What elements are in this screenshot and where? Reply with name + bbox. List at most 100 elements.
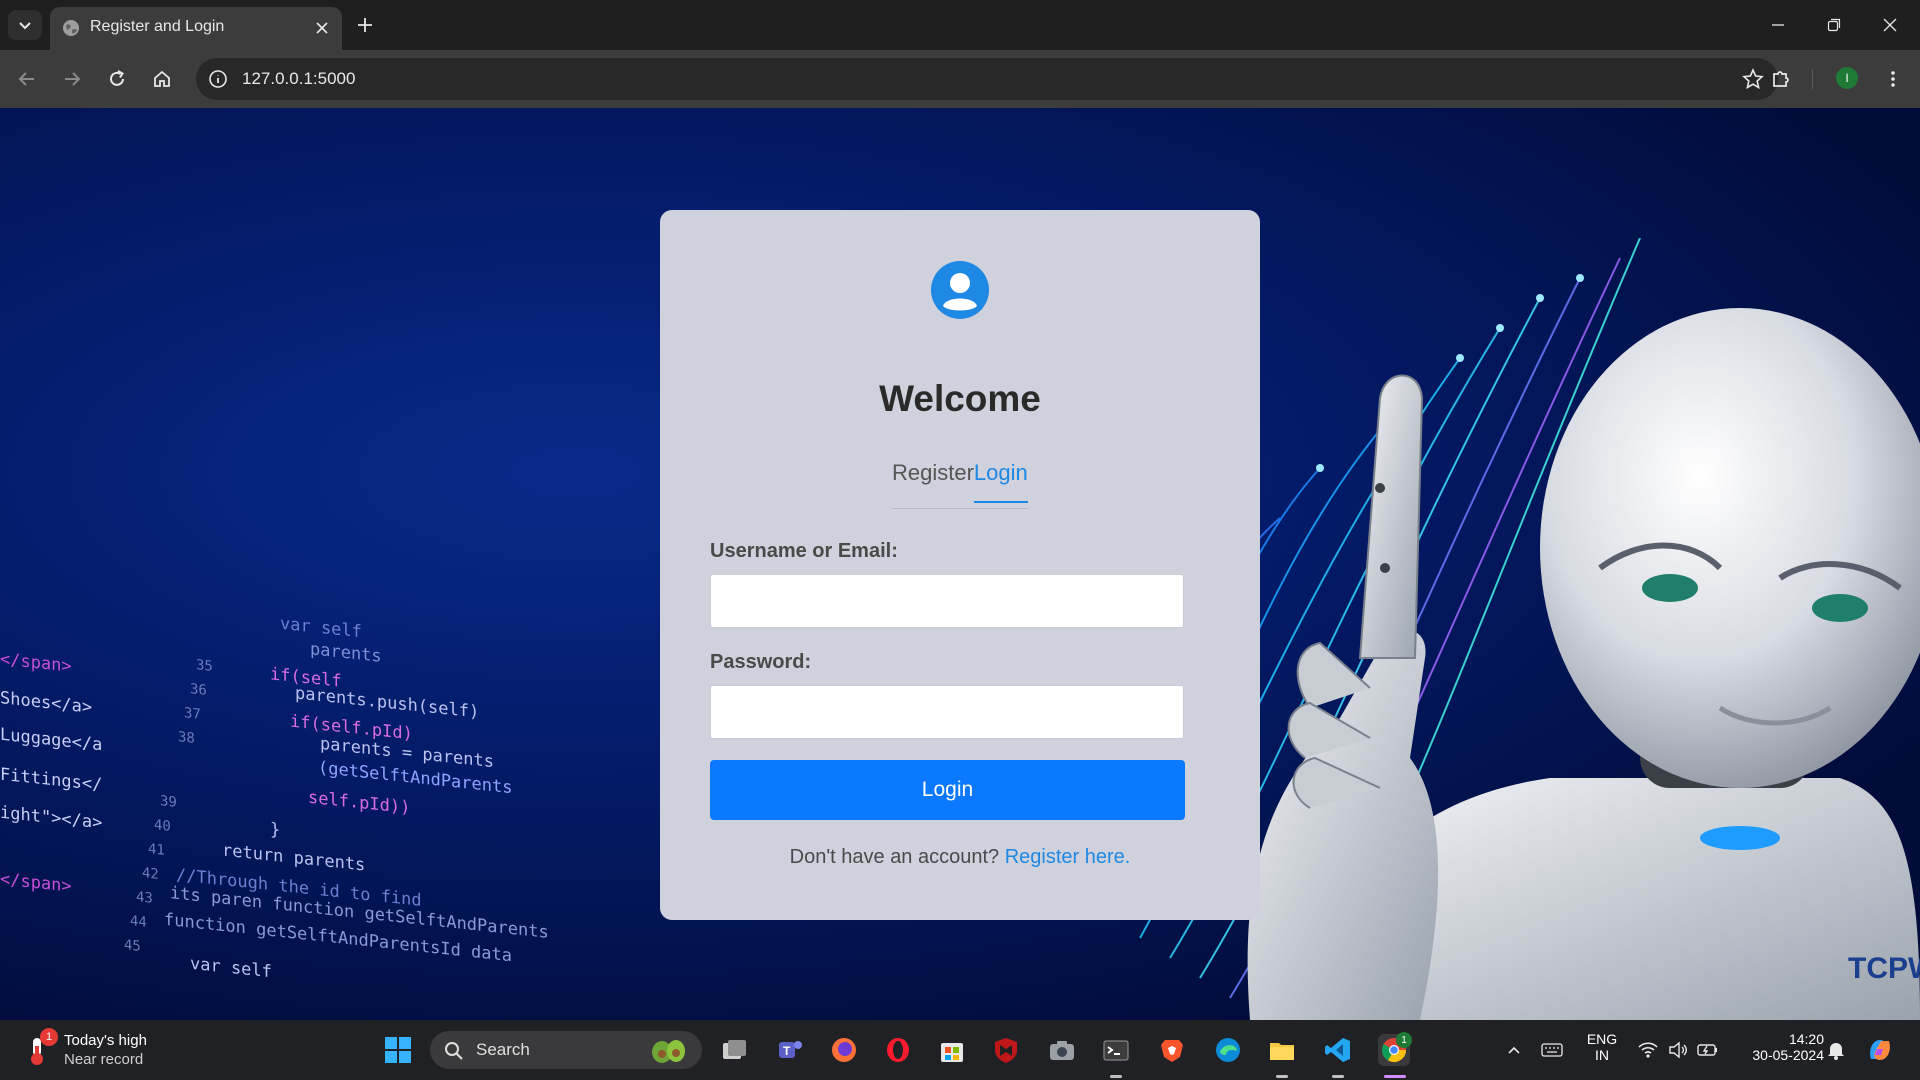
switch-prompt: Don't have an account? Register here. [660, 846, 1260, 869]
running-indicator [1332, 1075, 1344, 1078]
browser-tab-active[interactable]: Register and Login [50, 7, 342, 50]
edge-app[interactable] [1212, 1034, 1244, 1066]
notifications-button[interactable] [1820, 1034, 1852, 1066]
start-button[interactable] [382, 1034, 414, 1066]
home-button[interactable] [147, 64, 177, 94]
network-button[interactable] [1632, 1034, 1664, 1066]
username-input[interactable] [710, 574, 1184, 628]
new-tab-button[interactable] [352, 12, 378, 38]
code-line: ight"></a> [0, 802, 103, 834]
teams-icon: T [779, 1041, 802, 1058]
search-icon [445, 1042, 463, 1060]
chevron-down-icon [19, 22, 31, 30]
line-number: 43 [136, 889, 153, 907]
vscode-icon [1325, 1038, 1350, 1062]
terminal-app[interactable] [1100, 1034, 1132, 1066]
search-label: Search [476, 1040, 530, 1059]
reload-icon [110, 70, 124, 86]
minimize-button[interactable] [1750, 0, 1806, 50]
brave-app[interactable] [1156, 1034, 1188, 1066]
speaker-icon [1669, 1041, 1687, 1059]
info-icon[interactable] [208, 69, 228, 89]
tab-title: Register and Login [90, 18, 225, 35]
bell-icon [1828, 1043, 1844, 1060]
line-number: 37 [184, 705, 201, 723]
page-viewport: var self parents if(self parents.push(se… [0, 108, 1920, 1020]
forward-button[interactable] [57, 64, 87, 94]
address-bar[interactable]: 127.0.0.1:5000 [196, 58, 1778, 100]
wifi-icon [1638, 1042, 1658, 1058]
volume-button[interactable] [1662, 1034, 1694, 1066]
line-number: 45 [124, 937, 141, 955]
close-icon [1883, 18, 1897, 32]
store-app[interactable] [936, 1034, 968, 1066]
browser-menu-button[interactable] [1878, 64, 1908, 94]
line-number: 42 [142, 865, 159, 883]
clock-time: 14:20 [1788, 1031, 1824, 1047]
battery-button[interactable] [1692, 1034, 1724, 1066]
task-view-button[interactable] [718, 1034, 750, 1066]
terminal-icon [1103, 1040, 1129, 1061]
reload-button[interactable] [102, 64, 132, 94]
language-indicator[interactable]: ENG IN [1580, 1031, 1624, 1063]
url-text[interactable]: 127.0.0.1:5000 [242, 69, 355, 89]
mcafee-app[interactable] [990, 1034, 1022, 1066]
weather-title[interactable]: Today's high [64, 1032, 147, 1049]
folder-icon [1270, 1043, 1294, 1060]
firefox-icon [832, 1038, 856, 1062]
keyboard-button[interactable] [1536, 1034, 1568, 1066]
login-button[interactable]: Login [710, 760, 1185, 820]
teams-app[interactable]: T [774, 1034, 806, 1066]
clock[interactable]: 14:20 30-05-2024 [1734, 1031, 1824, 1063]
register-link[interactable]: Register here. [1005, 846, 1131, 868]
vscode-app[interactable] [1322, 1034, 1354, 1066]
tab-search-button[interactable] [8, 10, 42, 40]
extensions-button[interactable] [1766, 64, 1796, 94]
plus-icon [358, 18, 372, 32]
tab-close-button[interactable] [312, 18, 332, 38]
battery-charging-icon [1697, 1044, 1717, 1056]
code-line: return parents [222, 840, 366, 876]
restore-button[interactable] [1806, 0, 1862, 50]
edge-icon [1216, 1038, 1240, 1062]
close-window-button[interactable] [1862, 0, 1918, 50]
browser-toolbar: 127.0.0.1:5000 I [0, 50, 1920, 108]
code-line: var self [190, 953, 272, 983]
code-line: Shoes</a> [0, 688, 93, 718]
code-line: Fittings</ [0, 764, 103, 796]
password-input[interactable] [710, 685, 1184, 739]
camera-app[interactable] [1046, 1034, 1078, 1066]
weather-subtitle[interactable]: Near record [64, 1051, 143, 1068]
bookmark-star-icon[interactable] [1742, 68, 1764, 90]
back-button[interactable] [12, 64, 42, 94]
password-label: Password: [710, 651, 812, 673]
store-icon [941, 1043, 963, 1062]
code-line: var self [280, 613, 362, 643]
show-hidden-icons-button[interactable] [1498, 1034, 1530, 1066]
username-label: Username or Email: [710, 540, 898, 562]
opera-app[interactable] [882, 1034, 914, 1066]
copilot-button[interactable] [1864, 1034, 1896, 1066]
close-icon [316, 22, 328, 34]
more-vertical-icon [1891, 71, 1895, 87]
firefox-app[interactable] [828, 1034, 860, 1066]
clock-date: 30-05-2024 [1752, 1047, 1824, 1063]
profile-avatar[interactable]: I [1836, 67, 1858, 89]
browser-tab-bar: Register and Login [0, 0, 1920, 50]
brave-lion-icon [1161, 1040, 1183, 1062]
code-line: parents [310, 639, 382, 667]
home-icon [154, 70, 170, 87]
globe-icon [63, 20, 79, 36]
running-indicator [1276, 1075, 1288, 1078]
minimize-icon [1772, 24, 1784, 26]
windows-logo-icon [385, 1037, 411, 1063]
mcafee-shield-icon [995, 1038, 1017, 1063]
restore-icon [1827, 18, 1841, 32]
tab-login[interactable]: Login [973, 460, 1028, 503]
taskbar-search[interactable]: Search [430, 1031, 702, 1069]
tab-register[interactable]: Register [892, 460, 974, 503]
line-number: 41 [148, 841, 165, 859]
file-explorer-app[interactable] [1266, 1034, 1298, 1066]
code-background: var self parents if(self parents.push(se… [0, 598, 620, 1020]
copilot-icon [1870, 1040, 1890, 1060]
